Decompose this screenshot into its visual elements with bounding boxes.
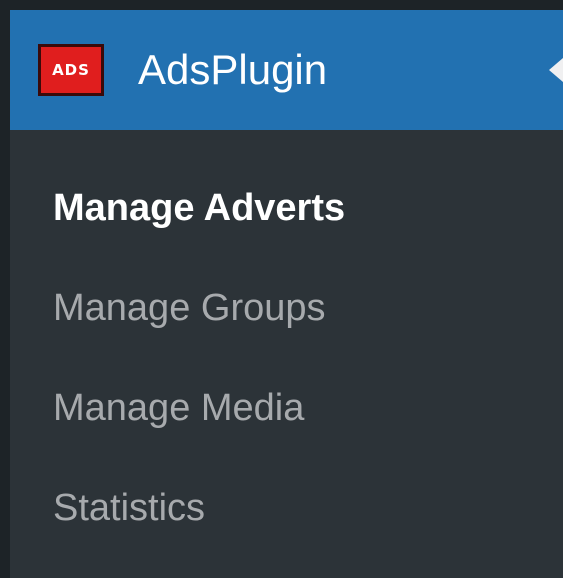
- ads-logo-text: ADS: [52, 61, 90, 79]
- submenu-item-statistics[interactable]: Statistics: [53, 484, 205, 532]
- menu-title: AdsPlugin: [138, 46, 328, 93]
- submenu: Manage Adverts Manage Groups Manage Medi…: [10, 130, 563, 578]
- left-edge: [0, 0, 10, 578]
- top-edge: [0, 0, 563, 10]
- submenu-item-manage-adverts[interactable]: Manage Adverts: [53, 184, 345, 232]
- submenu-item-manage-media[interactable]: Manage Media: [53, 384, 304, 432]
- admin-frame: ADS AdsPlugin Manage Adverts Manage Grou…: [0, 0, 563, 578]
- ads-logo-icon: ADS: [38, 44, 104, 96]
- admin-sidebar-menu: ADS AdsPlugin Manage Adverts Manage Grou…: [10, 10, 563, 578]
- submenu-item-manage-groups[interactable]: Manage Groups: [53, 284, 326, 332]
- current-menu-arrow-icon: [549, 58, 563, 82]
- menu-header-adsplugin[interactable]: ADS AdsPlugin: [10, 10, 563, 130]
